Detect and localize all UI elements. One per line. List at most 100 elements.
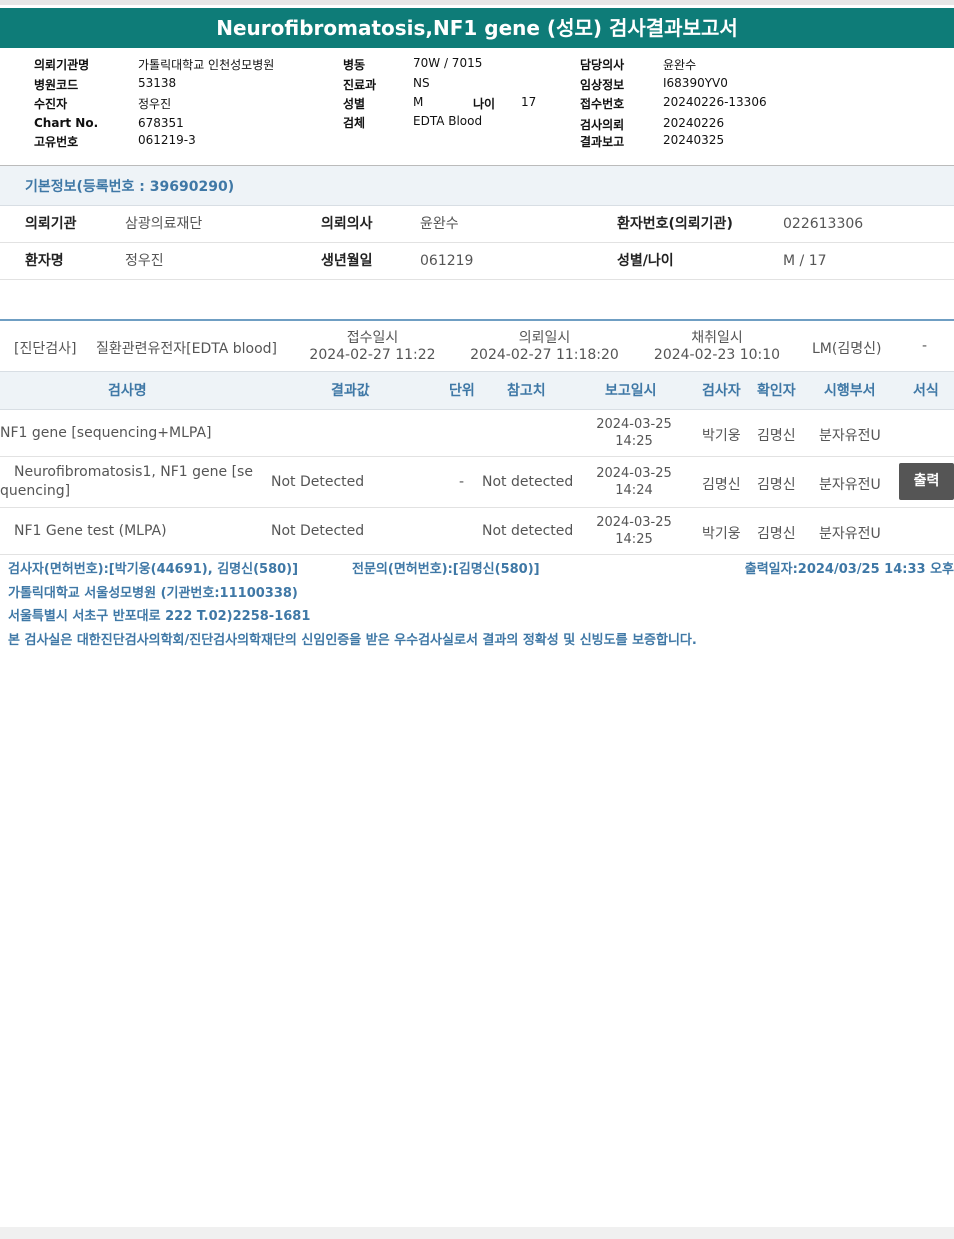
specimen-value: EDTA Blood bbox=[413, 114, 483, 128]
birthdate-label: 생년월일 bbox=[321, 253, 373, 269]
report-title: Neurofibromatosis,NF1 gene (성모) 검사결과보고서 bbox=[0, 8, 954, 48]
age-label: 나이 bbox=[473, 97, 496, 111]
sex-label: 성별 bbox=[343, 97, 366, 111]
basic-info-section: 기본정보(등록번호 : 39690290) 의뢰기관 삼광의료재단 의뢰의사 윤… bbox=[0, 166, 954, 280]
report-date-value: 20240325 bbox=[663, 133, 725, 147]
order-summary: [진단검사] 질환관련유전자[EDTA blood] 접수일시 2024-02-… bbox=[0, 319, 954, 372]
unique-no-value: 061219-3 bbox=[138, 133, 196, 147]
tester: 김명신 bbox=[702, 477, 741, 493]
ward-label: 병동 bbox=[343, 58, 366, 72]
sex-value: M bbox=[413, 95, 424, 109]
col-format: 서식 bbox=[913, 383, 939, 399]
table-row: NF1 Gene test (MLPA) Not Detected Not de… bbox=[0, 508, 954, 555]
patient-name-value: 정우진 bbox=[125, 253, 164, 269]
col-reference: 참고치 bbox=[507, 383, 546, 399]
clinical-info-value: I68390YV0 bbox=[663, 76, 728, 90]
report-date: 2024-03-25 bbox=[596, 515, 672, 530]
sex-age-label: 성별/나이 bbox=[617, 253, 674, 269]
reference-value: Not detected bbox=[482, 523, 574, 539]
footer-printed-date: 출력일자:2024/03/25 14:33 오후 bbox=[744, 562, 954, 577]
chart-no-label: Chart No. bbox=[34, 116, 99, 130]
test-name: NF1 Gene test (MLPA) bbox=[14, 523, 167, 539]
col-result: 결과값 bbox=[331, 383, 370, 399]
requesting-org-value: 삼광의료재단 bbox=[125, 216, 203, 232]
col-confirmer: 확인자 bbox=[757, 383, 796, 399]
results-table-header: 검사명 결과값 단위 참고치 보고일시 검사자 확인자 시행부서 서식 bbox=[0, 372, 954, 410]
report-header: 의뢰기관명 가톨릭대학교 인천성모병원 병원코드 53138 수진자 정우진 C… bbox=[0, 48, 954, 166]
department-value: NS bbox=[413, 76, 430, 90]
department: 분자유전U bbox=[819, 477, 881, 493]
department: 분자유전U bbox=[819, 526, 881, 542]
received-value: 2024-02-27 11:22 bbox=[309, 347, 436, 363]
result-value: Not Detected bbox=[271, 474, 365, 490]
patient-name-label: 환자명 bbox=[25, 253, 64, 269]
collected-label: 채취일시 bbox=[691, 330, 743, 346]
col-report-date: 보고일시 bbox=[605, 383, 657, 399]
footer-certification: 본 검사실은 대한진단검사의학회/진단검사의학재단의 신임인증을 받은 우수검사… bbox=[8, 633, 697, 648]
accession-label: 접수번호 bbox=[580, 97, 625, 111]
chart-no-value: 678351 bbox=[138, 116, 184, 130]
request-date-label: 검사의뢰 bbox=[580, 118, 625, 132]
tester: 박기웅 bbox=[702, 526, 741, 542]
table-row: Neurofibromatosis1, NF1 gene [se quencin… bbox=[0, 457, 954, 508]
footer-testers: 검사자(면허번호):[박기웅(44691), 김명신(580)] bbox=[8, 562, 299, 577]
basic-info-row: 의뢰기관 삼광의료재단 의뢰의사 윤완수 환자번호(의뢰기관) 02261330… bbox=[0, 206, 954, 243]
department: 분자유전U bbox=[819, 428, 881, 444]
patient-number-label: 환자번호(의뢰기관) bbox=[617, 216, 733, 232]
test-name-cont: quencing] bbox=[0, 483, 71, 499]
col-unit: 단위 bbox=[449, 383, 475, 399]
test-name: NF1 gene [sequencing+MLPA] bbox=[0, 425, 212, 441]
requesting-org-label: 의뢰기관 bbox=[25, 216, 77, 232]
confirmer: 김명신 bbox=[757, 526, 796, 542]
unit-value: - bbox=[459, 474, 465, 490]
request-date-value: 20240226 bbox=[663, 116, 725, 130]
hospital-code-label: 병원코드 bbox=[34, 78, 79, 92]
footer-hospital: 가톨릭대학교 서울성모병원 (기관번호:11100338) bbox=[8, 586, 298, 601]
hospital-code-value: 53138 bbox=[138, 76, 177, 90]
col-tester: 검사자 bbox=[702, 383, 741, 399]
received-label: 접수일시 bbox=[346, 330, 399, 346]
report-time: 14:24 bbox=[615, 483, 653, 498]
table-row: NF1 gene [sequencing+MLPA] 2024-03-25 14… bbox=[0, 410, 954, 457]
requested-value: 2024-02-27 11:18:20 bbox=[470, 347, 619, 363]
confirmer: 김명신 bbox=[757, 477, 796, 493]
report-date-label: 결과보고 bbox=[580, 135, 625, 149]
ward-value: 70W / 7015 bbox=[413, 56, 483, 70]
physician-value: 윤완수 bbox=[663, 58, 697, 72]
institution-label: 의뢰기관명 bbox=[34, 58, 90, 72]
col-test-name: 검사명 bbox=[108, 383, 147, 399]
age-value: 17 bbox=[521, 95, 537, 109]
requesting-doctor-label: 의뢰의사 bbox=[321, 216, 373, 232]
basic-info-title: 기본정보(등록번호 : 39690290) bbox=[0, 166, 954, 206]
order-approver: LM(김명신) bbox=[812, 341, 882, 357]
unique-no-label: 고유번호 bbox=[34, 135, 79, 149]
order-extra: - bbox=[922, 338, 928, 354]
institution-value: 가톨릭대학교 인천성모병원 bbox=[138, 58, 275, 72]
result-value: Not Detected bbox=[271, 523, 365, 539]
col-department: 시행부서 bbox=[824, 383, 876, 399]
order-category: [진단검사] bbox=[14, 341, 77, 357]
report-time: 14:25 bbox=[615, 532, 653, 547]
confirmer: 김명신 bbox=[757, 428, 796, 444]
report-date: 2024-03-25 bbox=[596, 466, 672, 481]
department-label: 진료과 bbox=[343, 78, 377, 92]
print-button[interactable]: 출력 bbox=[899, 463, 954, 500]
requesting-doctor-value: 윤완수 bbox=[420, 216, 459, 232]
top-strip bbox=[0, 0, 954, 5]
accession-value: 20240226-13306 bbox=[663, 95, 767, 109]
patient-number-value: 022613306 bbox=[783, 216, 864, 232]
clinical-info-label: 임상정보 bbox=[580, 78, 625, 92]
report-date: 2024-03-25 bbox=[596, 417, 672, 432]
reference-value: Not detected bbox=[482, 474, 574, 490]
order-test-group: 질환관련유전자[EDTA blood] bbox=[96, 341, 277, 357]
collected-value: 2024-02-23 10:10 bbox=[653, 347, 781, 363]
tester: 박기웅 bbox=[702, 428, 741, 444]
footer-specialist: 전문의(면허번호):[김명신(580)] bbox=[352, 562, 540, 577]
test-name: Neurofibromatosis1, NF1 gene [se bbox=[14, 464, 253, 480]
patient-label: 수진자 bbox=[34, 97, 68, 111]
requested-label: 의뢰일시 bbox=[518, 330, 571, 346]
footer-address: 서울특별시 서초구 반포대로 222 T.02)2258-1681 bbox=[8, 609, 311, 624]
sex-age-value: M / 17 bbox=[783, 253, 827, 269]
report-time: 14:25 bbox=[615, 434, 653, 449]
bottom-strip bbox=[0, 1227, 954, 1239]
